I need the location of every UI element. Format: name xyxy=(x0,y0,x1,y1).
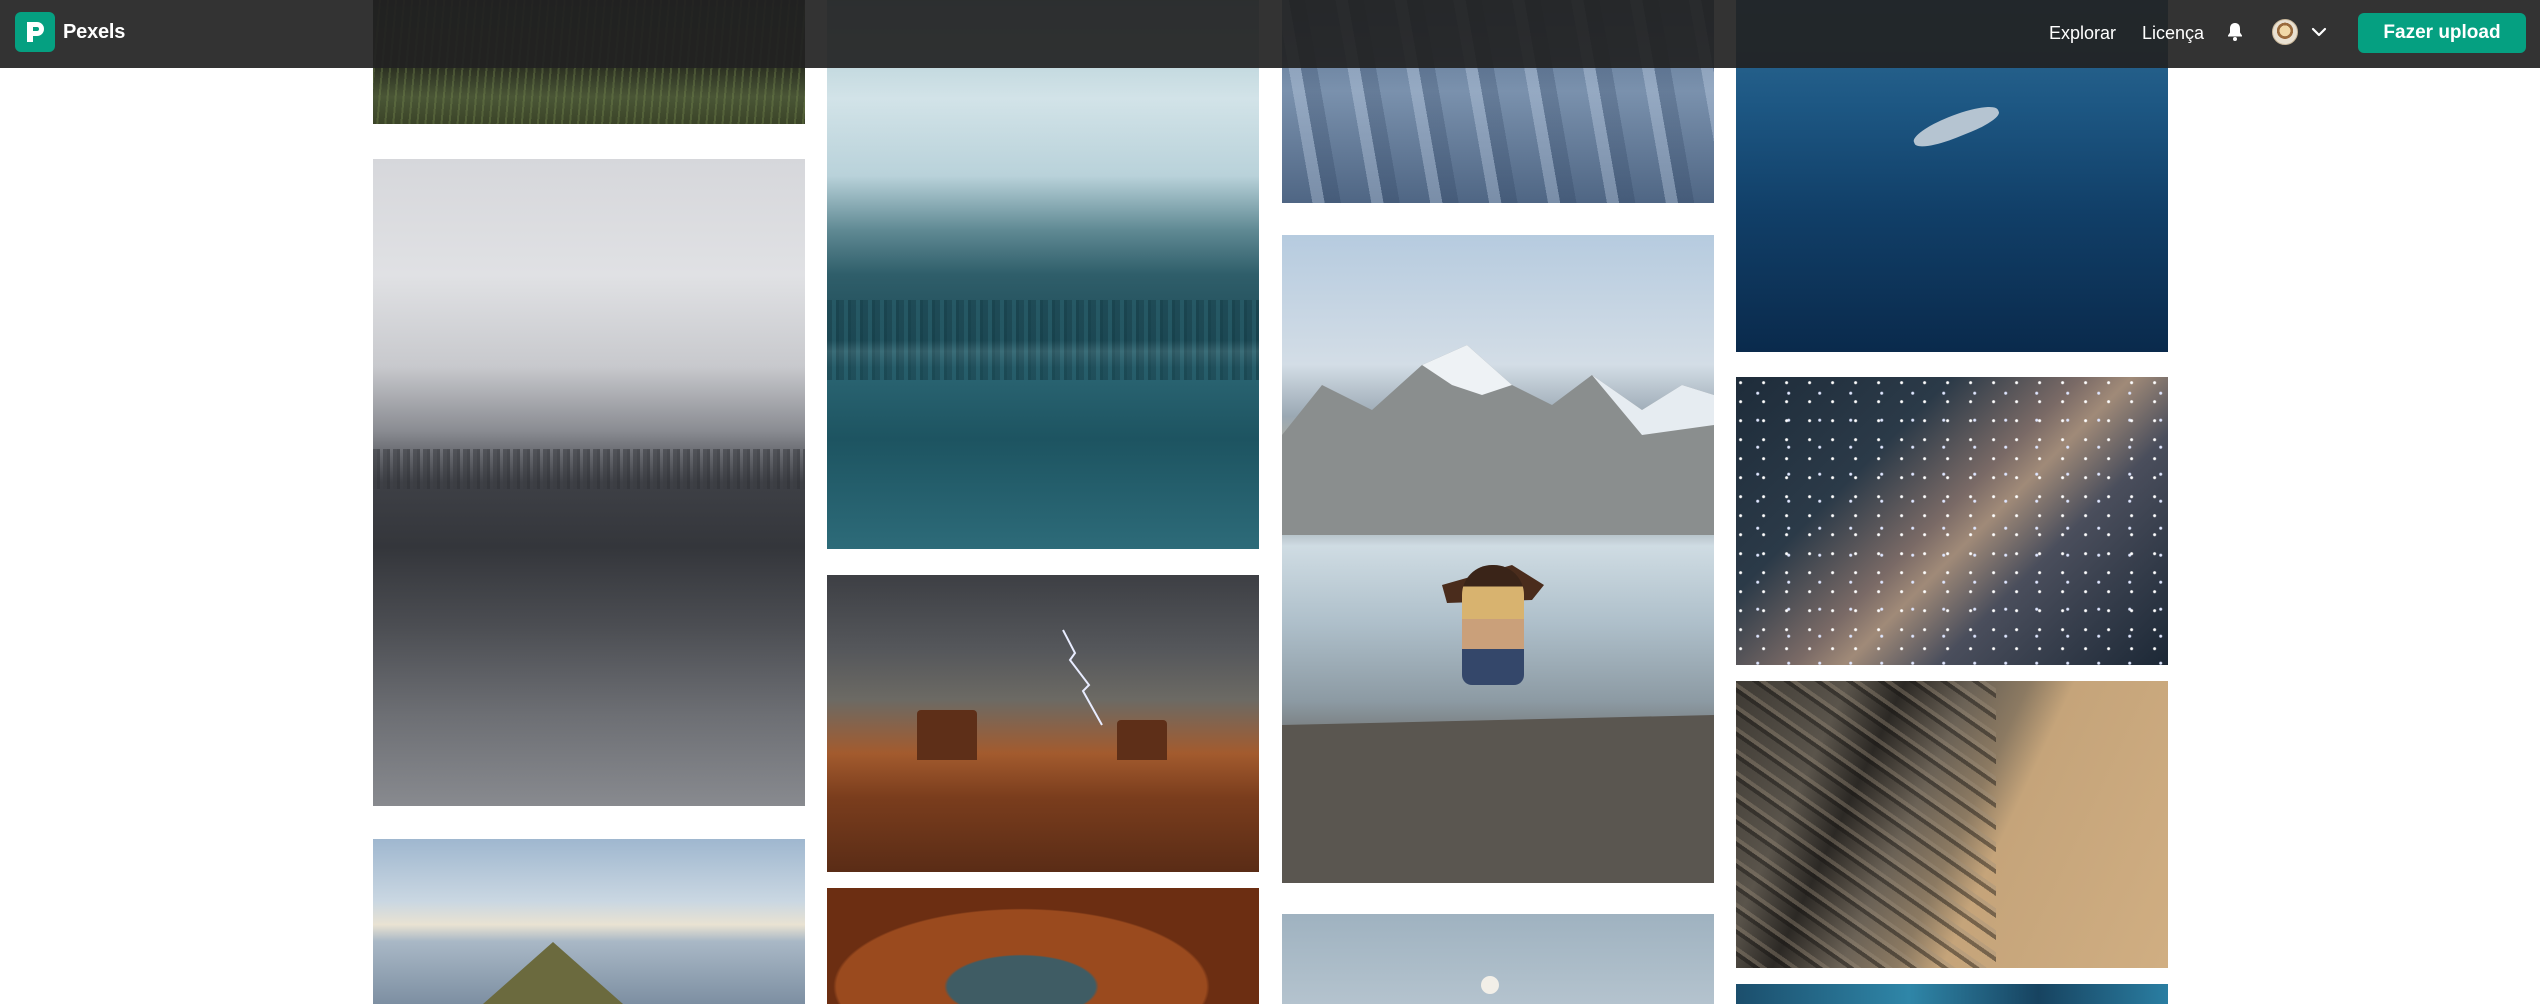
lightning-bolt xyxy=(1062,629,1103,726)
photo-moon-sky[interactable] xyxy=(1282,914,1714,1004)
brand-name: Pexels xyxy=(63,20,126,43)
pexels-logo-icon xyxy=(15,12,55,52)
photo-lake-woman[interactable] xyxy=(1282,235,1714,883)
photo-mountain-peak[interactable] xyxy=(373,839,805,1004)
pexels-logo[interactable]: Pexels xyxy=(15,12,125,52)
photo-blue-abstract[interactable] xyxy=(1736,984,2168,1004)
nav-license-link[interactable]: Licença xyxy=(2142,21,2204,45)
photo-misty-lake[interactable] xyxy=(827,0,1259,549)
chevron-down-icon xyxy=(2311,27,2327,37)
avatar xyxy=(2272,19,2298,45)
upload-button[interactable]: Fazer upload xyxy=(2358,13,2526,53)
photo-bird-feathers[interactable] xyxy=(827,888,1259,1004)
photo-canyon-aerial[interactable] xyxy=(1736,681,2168,968)
top-navigation-bar: Pexels Explorar Licença Fazer upload xyxy=(0,0,2540,68)
bell-icon[interactable] xyxy=(2223,20,2247,44)
photo-milky-way[interactable] xyxy=(1736,377,2168,665)
nav-explore-link[interactable]: Explorar xyxy=(2049,21,2116,45)
photo-foggy-forest[interactable] xyxy=(373,159,805,806)
photo-desert-storm[interactable] xyxy=(827,575,1259,872)
pexels-page: Pexels Explorar Licença Fazer upload xyxy=(0,0,2540,1004)
mountain-range xyxy=(1282,345,1714,883)
user-menu[interactable] xyxy=(2272,19,2328,45)
